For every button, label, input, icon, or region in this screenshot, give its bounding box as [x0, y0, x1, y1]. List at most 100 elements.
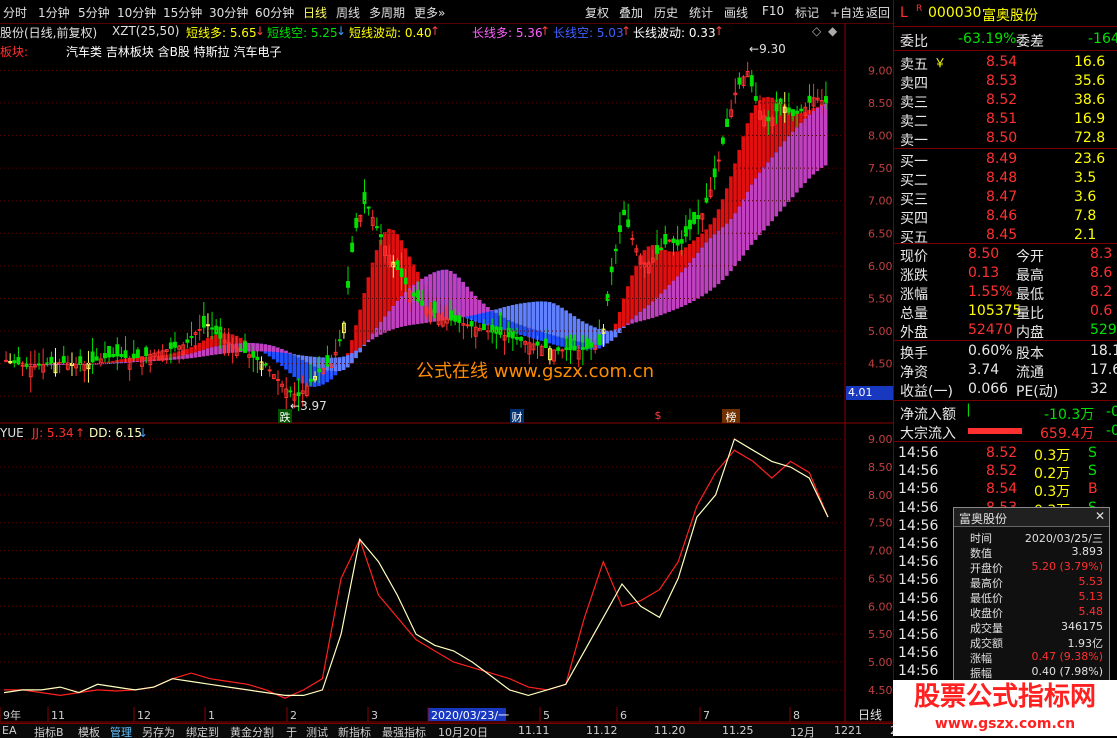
f10-button[interactable]: F10 — [762, 4, 784, 18]
tab-5min[interactable]: 5分钟 — [78, 4, 110, 21]
site-logo: 股票公式指标网 — [893, 680, 1117, 720]
popup-key: 数值 — [970, 547, 992, 560]
tab-daily[interactable]: 日线 — [303, 4, 327, 21]
bottom-tab[interactable]: 模板 — [78, 724, 100, 738]
back-button[interactable]: 返回 — [866, 4, 890, 21]
stat-value: 0.60% — [968, 343, 1013, 359]
band-long — [819, 105, 824, 169]
add-watchlist-button[interactable]: +自选 — [830, 4, 864, 21]
sub-indicator-name[interactable]: YUE — [0, 426, 24, 440]
ask-label: 卖四 — [900, 76, 928, 92]
ask-row[interactable]: 卖一 8.50 72.8 — [894, 129, 1117, 149]
bid-row[interactable]: 买二 8.48 3.5 — [894, 169, 1117, 189]
popup-row: 数值 3.893 — [954, 545, 1109, 560]
tab-15min[interactable]: 15分钟 — [163, 4, 202, 21]
x-axis-period: 日线 — [858, 708, 882, 722]
candle-body — [173, 341, 177, 348]
draw-line-button[interactable]: 画线 — [724, 4, 748, 21]
band-long — [519, 303, 523, 326]
ask-row[interactable]: 卖二 8.51 16.9 — [894, 110, 1117, 130]
bottom-tab[interactable]: 测试 — [306, 724, 328, 738]
band-long — [313, 356, 317, 367]
sector-line: 板块: 汽车类 吉林板块 含B股 特斯拉 汽车电子 — [0, 43, 845, 59]
tab-more[interactable]: 更多» — [414, 4, 445, 21]
mark-dollar[interactable]: $ — [652, 409, 664, 423]
indicator-name[interactable]: XZT(25,50) — [112, 24, 180, 38]
sector-label: 板块: — [0, 45, 29, 59]
long-long-arrow: ↑ — [540, 24, 551, 38]
block-inflow-row: 大宗流入 659.4万 -0 — [894, 422, 1117, 442]
band-short — [716, 209, 721, 231]
overlay-button[interactable]: 叠加 — [619, 4, 643, 21]
bottom-tab[interactable]: 1221 — [834, 724, 862, 737]
stats-button[interactable]: 统计 — [689, 4, 713, 21]
candle-body — [568, 338, 573, 351]
bid-row[interactable]: 买四 8.46 7.8 — [894, 207, 1117, 227]
x-tick-label: 7 — [703, 709, 710, 722]
stat-label: 流通 — [1016, 365, 1044, 381]
bottom-tab[interactable]: 11.25 — [722, 724, 754, 737]
band-long — [795, 127, 799, 193]
tab-10min[interactable]: 10分钟 — [117, 4, 156, 21]
tick-time: 14:56 — [898, 554, 939, 571]
close-icon[interactable]: ✕ — [1095, 509, 1105, 523]
bottom-tab[interactable]: 黄金分割 — [230, 724, 274, 738]
fuquan-button[interactable]: 复权 — [585, 4, 609, 21]
tab-multi-period[interactable]: 多周期 — [369, 4, 405, 21]
band-long — [716, 230, 721, 284]
bid-label: 买四 — [900, 211, 928, 227]
mark-bang[interactable]: 榜 — [722, 409, 740, 424]
band-long — [786, 136, 791, 202]
y-tick-label: 5.00 — [868, 656, 893, 669]
band-short — [304, 362, 309, 386]
band-long — [366, 339, 371, 343]
tick-time: 14:56 — [898, 463, 939, 480]
tab-weekly[interactable]: 周线 — [336, 4, 360, 21]
sector-list[interactable]: 汽车类 吉林板块 含B股 特斯拉 汽车电子 — [66, 43, 282, 60]
bottom-tab[interactable]: 11.11 — [518, 724, 550, 737]
ask-row[interactable]: 卖三 8.52 38.6 — [894, 91, 1117, 111]
tab-30min[interactable]: 30分钟 — [209, 4, 248, 21]
ask-row[interactable]: 卖五 ￥ 8.54 16.6 — [894, 53, 1117, 73]
mark-cai[interactable]: 财 — [510, 409, 524, 424]
diamond-filled-icon[interactable]: ◆ — [828, 24, 837, 38]
mark-button[interactable]: 标记 — [795, 4, 819, 21]
band-long — [193, 352, 198, 358]
bid-row[interactable]: 买三 8.47 3.6 — [894, 188, 1117, 208]
band-short — [646, 246, 651, 306]
band-long — [823, 103, 828, 166]
ask-row[interactable]: 卖四 8.53 35.6 — [894, 72, 1117, 92]
tab-60min[interactable]: 60分钟 — [255, 4, 294, 21]
band-long — [609, 330, 614, 341]
bottom-tab[interactable]: 于 — [286, 724, 297, 738]
band-long — [481, 303, 486, 313]
bottom-tab[interactable]: 11.20 — [654, 724, 686, 737]
candle-body — [671, 238, 676, 244]
history-button[interactable]: 历史 — [654, 4, 678, 21]
band-long — [663, 289, 667, 314]
bottom-tab[interactable]: 管理 — [110, 724, 132, 738]
bottom-tab[interactable]: 新指标 — [338, 724, 371, 738]
bid-price: 8.46 — [986, 208, 1018, 224]
series-line-dd — [3, 438, 829, 697]
bottom-tab[interactable]: 12月 — [790, 724, 815, 738]
bottom-tab[interactable]: 指标B — [34, 724, 64, 738]
bottom-tab[interactable]: 10月20日 — [438, 724, 488, 738]
bottom-tab[interactable]: EA — [2, 724, 16, 737]
tab-1min[interactable]: 1分钟 — [38, 4, 70, 21]
y-tick-label: 7.50 — [868, 162, 893, 175]
bottom-tab[interactable]: 绑定到 — [186, 724, 219, 738]
mark-die[interactable]: 跌 — [278, 409, 292, 424]
bid-row[interactable]: 买一 8.49 23.6 — [894, 150, 1117, 170]
band-short — [696, 237, 700, 253]
candle-body — [630, 237, 635, 240]
candle-body — [201, 315, 206, 328]
diamond-icon[interactable]: ◇ — [812, 24, 821, 38]
bottom-tab[interactable]: 最强指标 — [382, 724, 426, 738]
dd-arrow: ↓ — [138, 426, 149, 440]
bottom-tab[interactable]: 11.12 — [586, 724, 618, 737]
tab-fenshi[interactable]: 分时 — [3, 4, 27, 21]
bottom-tab[interactable]: 另存为 — [142, 724, 175, 738]
candle-body — [506, 327, 511, 338]
ask-volume: 38.6 — [1074, 92, 1106, 108]
